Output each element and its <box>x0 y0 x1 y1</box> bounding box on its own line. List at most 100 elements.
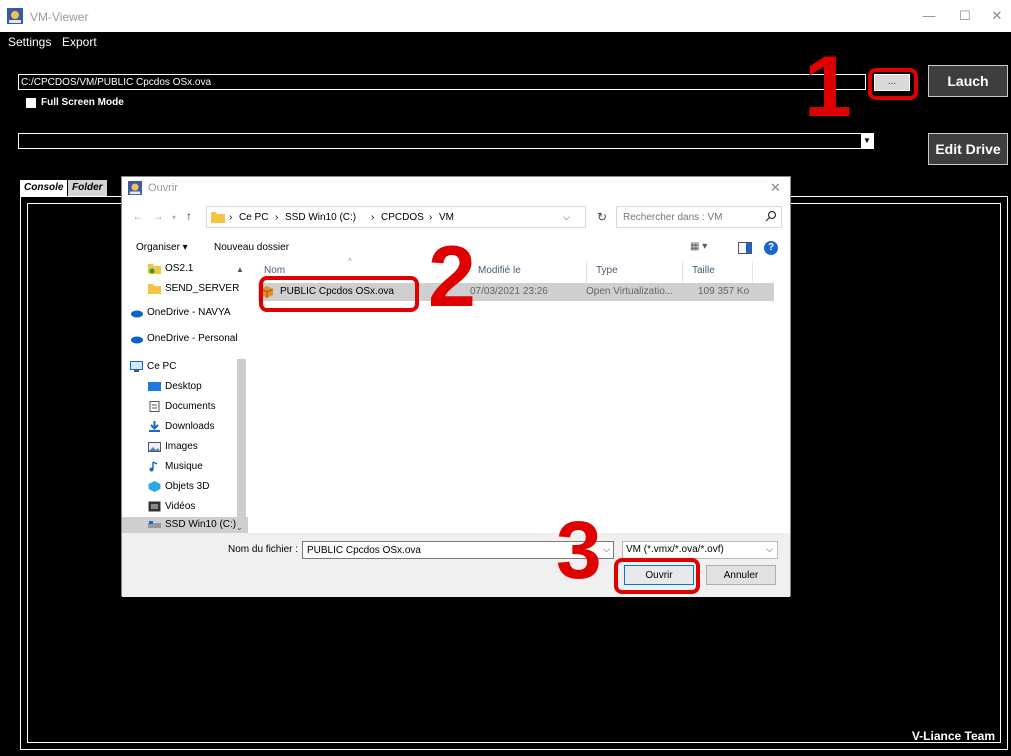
dialog-title: Ouvrir <box>148 182 178 194</box>
nav-item-label: OS2.1 <box>165 263 194 274</box>
recent-locations-icon[interactable]: ▾ <box>172 213 176 222</box>
breadcrumb-separator: › <box>275 212 279 223</box>
desktop-icon <box>148 382 161 391</box>
column-divider[interactable] <box>586 261 587 285</box>
file-type: Open Virtualizatio... <box>586 286 674 297</box>
onedrive-icon <box>131 310 143 318</box>
tab-folder[interactable]: Folder <box>68 180 107 196</box>
cancel-button[interactable]: Annuler <box>706 565 776 585</box>
column-divider[interactable] <box>752 261 753 285</box>
edit-drive-button[interactable]: Edit Drive <box>928 133 1008 165</box>
sort-arrow-icon: ^ <box>348 257 352 266</box>
nav-item-label: OneDrive - Personal <box>147 333 238 344</box>
nav-item-label: Documents <box>165 401 216 412</box>
nav-item-os21[interactable]: OS2.1 <box>148 261 248 279</box>
column-header-modified[interactable]: Modifié le <box>478 265 521 276</box>
team-credit-label: V-Liance Team <box>911 729 995 743</box>
breadcrumb-separator: › <box>229 212 233 223</box>
file-size: 109 357 Ko <box>698 286 750 297</box>
refresh-icon[interactable]: ↻ <box>590 206 614 228</box>
help-icon[interactable]: ? <box>764 241 778 255</box>
nav-item-onedrive-navya[interactable]: OneDrive - NAVYA <box>130 305 248 323</box>
search-box[interactable] <box>616 206 782 228</box>
column-divider[interactable] <box>682 261 683 285</box>
images-icon <box>148 442 161 452</box>
column-header-size[interactable]: Taille <box>692 265 715 276</box>
scroll-thumb[interactable] <box>237 359 246 521</box>
vm-path-input[interactable] <box>18 74 866 90</box>
nav-item-label: SEND_SERVER <box>165 283 240 294</box>
search-icon <box>765 210 777 222</box>
new-folder-button[interactable]: Nouveau dossier <box>214 242 289 253</box>
filename-label: Nom du fichier : <box>228 544 299 555</box>
folder-icon <box>211 212 225 223</box>
column-header-type[interactable]: Type <box>596 265 618 276</box>
nav-item-objects-3d[interactable]: Objets 3D <box>148 479 248 497</box>
forward-arrow-icon[interactable]: → <box>152 209 164 223</box>
chevron-down-icon[interactable]: ⌵ <box>603 544 610 555</box>
menu-settings[interactable]: Settings <box>8 35 51 49</box>
onedrive-icon <box>131 336 143 344</box>
nav-item-ce-pc[interactable]: Ce PC <box>130 359 248 377</box>
view-options-button[interactable]: ▦ ▾ <box>690 241 707 252</box>
nav-item-label: Vidéos <box>165 501 196 512</box>
breadcrumb-drive[interactable]: SSD Win10 (C:) <box>285 212 356 223</box>
menu-export[interactable]: Export <box>62 35 97 49</box>
address-bar[interactable]: › Ce PC › SSD Win10 (C:) › CPCDOS › VM ⌵ <box>206 206 586 228</box>
up-arrow-icon[interactable]: ↑ <box>186 209 192 223</box>
close-window-button[interactable]: ✕ <box>984 6 1010 26</box>
minimize-button[interactable]: — <box>916 6 942 26</box>
nav-item-onedrive-personal[interactable]: OneDrive - Personal <box>130 331 248 349</box>
highlight-open <box>614 558 700 594</box>
breadcrumb-cpcdos[interactable]: CPCDOS <box>381 212 424 223</box>
drive-icon <box>148 521 161 528</box>
nav-item-label: Ce PC <box>147 361 177 372</box>
organize-button[interactable]: Organiser ▾ <box>136 242 188 253</box>
column-header-name[interactable]: Nom <box>264 265 285 276</box>
videos-icon <box>148 501 161 512</box>
nav-item-downloads[interactable]: Downloads <box>148 419 248 437</box>
nav-item-images[interactable]: Images <box>148 439 248 457</box>
music-icon <box>149 461 158 472</box>
downloads-icon <box>149 421 160 432</box>
step-number-1: 1 <box>804 39 852 135</box>
filename-input[interactable] <box>304 543 596 557</box>
dropdown-arrow-icon[interactable]: ▼ <box>861 134 873 148</box>
maximize-button[interactable]: ☐ <box>952 6 978 26</box>
breadcrumb-ce-pc[interactable]: Ce PC <box>239 212 268 223</box>
breadcrumb-vm[interactable]: VM <box>439 212 454 223</box>
scroll-down-icon[interactable]: ⌄ <box>236 523 243 532</box>
nav-scrollbar[interactable]: ▲ ⌄ <box>234 261 248 533</box>
launch-button[interactable]: Lauch <box>928 65 1008 97</box>
file-type-filter[interactable]: VM (*.vmx/*.ova/*.ovf) ⌵ <box>622 541 778 559</box>
nav-item-videos[interactable]: Vidéos <box>148 499 248 517</box>
nav-item-desktop[interactable]: Desktop <box>148 379 248 397</box>
step-number-2: 2 <box>428 229 476 325</box>
nav-item-documents[interactable]: Documents <box>148 399 248 417</box>
nav-item-label: SSD Win10 (C:) <box>165 519 237 530</box>
dialog-navigation: ← → ▾ ↑ › Ce PC › SSD Win10 (C:) › CPCDO… <box>122 201 790 231</box>
chevron-down-icon[interactable]: ⌵ <box>563 212 570 223</box>
nav-item-send-server[interactable]: SEND_SERVER <box>148 281 248 299</box>
search-input[interactable] <box>619 209 755 225</box>
nav-item-ssd-win10[interactable]: SSD Win10 (C:) <box>122 517 248 533</box>
app-titlebar: VM-Viewer — ☐ ✕ <box>0 0 1011 32</box>
nav-item-label: Downloads <box>165 421 215 432</box>
dialog-titlebar: Ouvrir ✕ <box>122 177 790 199</box>
step-number-3: 3 <box>556 505 602 596</box>
drive-select[interactable]: ▼ <box>18 133 874 149</box>
app-logo-icon <box>128 181 142 195</box>
fullscreen-checkbox[interactable] <box>26 98 36 108</box>
preview-pane-icon[interactable] <box>738 242 752 254</box>
chevron-down-icon[interactable]: ⌵ <box>766 544 773 555</box>
computer-icon <box>130 361 143 372</box>
nav-item-music[interactable]: Musique <box>148 459 248 477</box>
close-icon[interactable]: ✕ <box>770 180 781 196</box>
fullscreen-label: Full Screen Mode <box>41 97 124 108</box>
scroll-up-icon[interactable]: ▲ <box>236 265 244 274</box>
menu-bar: Settings Export <box>0 32 1011 52</box>
highlight-file <box>259 276 419 312</box>
nav-item-label: Musique <box>165 461 203 472</box>
back-arrow-icon[interactable]: ← <box>132 209 144 223</box>
tab-console[interactable]: Console <box>20 180 68 196</box>
